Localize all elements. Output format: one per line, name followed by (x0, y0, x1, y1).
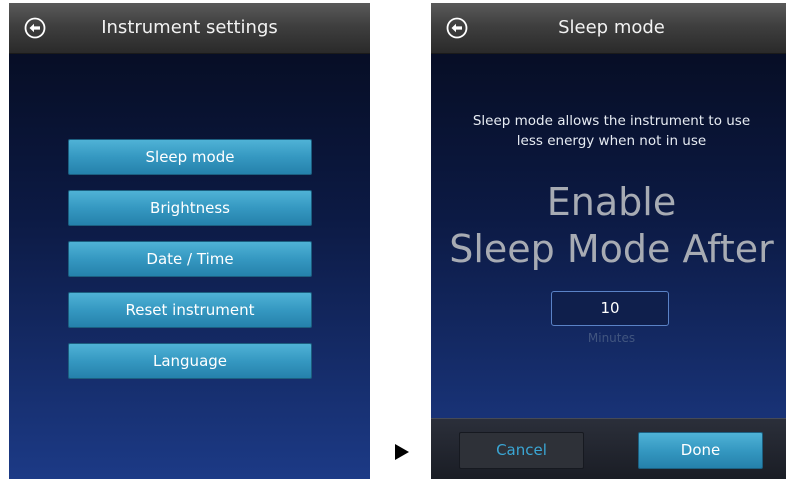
right-triangle-arrow-icon (395, 444, 409, 460)
description-line-2: less energy when not in use (516, 133, 707, 149)
language-button[interactable]: Language (68, 343, 312, 379)
description-text: Sleep mode allows the instrument to use … (451, 111, 772, 151)
reset-instrument-button[interactable]: Reset instrument (68, 292, 312, 328)
cancel-button[interactable]: Cancel (459, 432, 584, 469)
done-button[interactable]: Done (638, 432, 763, 469)
instrument-settings-screen: Instrument settings Sleep mode Brightnes… (9, 3, 370, 479)
screen-title: Sleep mode (558, 17, 665, 38)
footer-bar: Cancel Done (431, 418, 786, 479)
description-line-1: Sleep mode allows the instrument to use (472, 113, 751, 129)
sleep-mode-screen: Sleep mode Sleep mode allows the instrum… (431, 3, 786, 479)
date-time-button[interactable]: Date / Time (68, 241, 312, 277)
screen-title: Instrument settings (101, 17, 278, 38)
brightness-button[interactable]: Brightness (68, 190, 312, 226)
sleep-minutes-input[interactable]: 10 (551, 291, 669, 326)
title-bar: Instrument settings (9, 3, 370, 54)
sleep-mode-button[interactable]: Sleep mode (68, 139, 312, 175)
minutes-unit-label: Minutes (587, 331, 636, 345)
headline-line-1: Enable (546, 180, 677, 224)
headline-line-2: Sleep Mode After (449, 227, 774, 271)
title-bar: Sleep mode (431, 3, 786, 54)
